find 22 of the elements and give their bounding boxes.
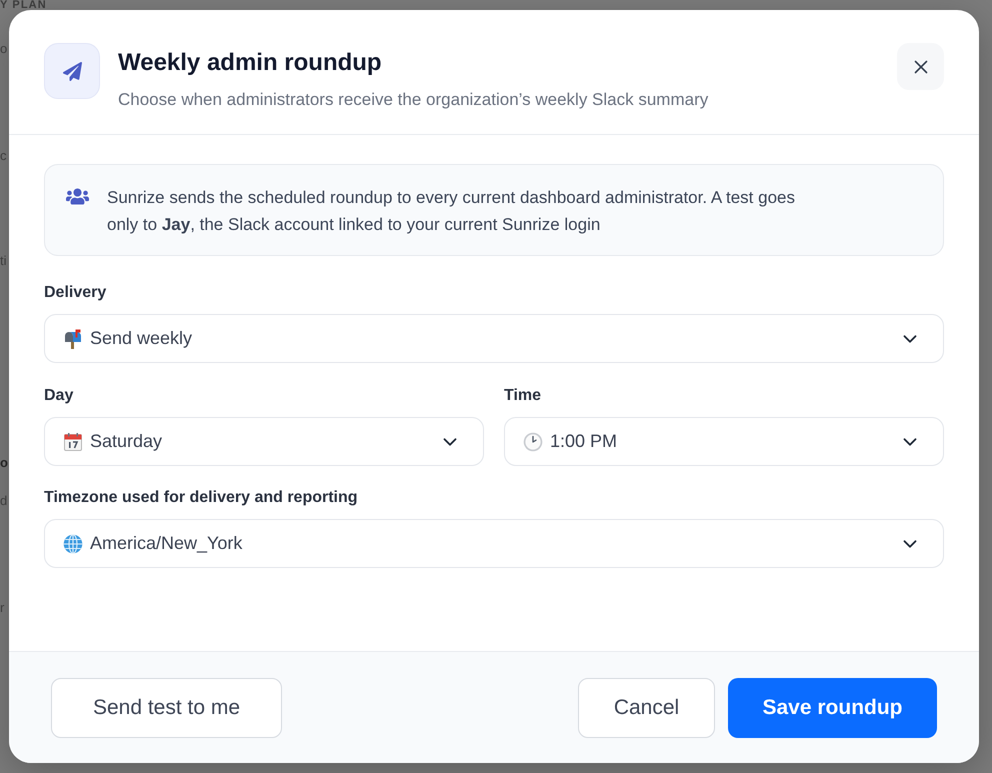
dialog-title: Weekly admin roundup — [118, 48, 382, 78]
mailbox-icon — [63, 328, 83, 348]
dialog-subtitle: Choose when administrators receive the organization’s weekly Slack summary — [118, 89, 708, 111]
field-label: Day — [44, 386, 74, 406]
calendar-icon — [63, 432, 83, 452]
field-label: Time — [504, 386, 542, 406]
select-field[interactable]: 1:00 PM — [504, 417, 944, 466]
save-button[interactable]: Save roundup — [728, 678, 937, 738]
select-field[interactable]: America/New_York — [44, 519, 944, 568]
paper-plane-icon — [44, 43, 100, 99]
clock-icon — [523, 432, 543, 452]
select-field[interactable]: Saturday — [44, 417, 484, 466]
notice-text: Sunrize sends the scheduled roundup to every current dashboard administrator. A test goes only to Jay, the Slack account linked to your current Sunrize login — [107, 187, 796, 236]
background-text: o — [0, 457, 8, 469]
globe-icon — [63, 534, 83, 554]
field-label: Delivery — [44, 283, 106, 303]
section-heading: Y PLAN — [0, 0, 47, 10]
close-button[interactable] — [897, 43, 944, 90]
cancel-button[interactable]: Cancel — [578, 678, 715, 738]
send-test-button[interactable]: Send test to me — [51, 678, 282, 738]
select-field[interactable]: Send weekly — [44, 314, 944, 363]
field-label: Timezone used for delivery and reporting — [44, 488, 358, 508]
